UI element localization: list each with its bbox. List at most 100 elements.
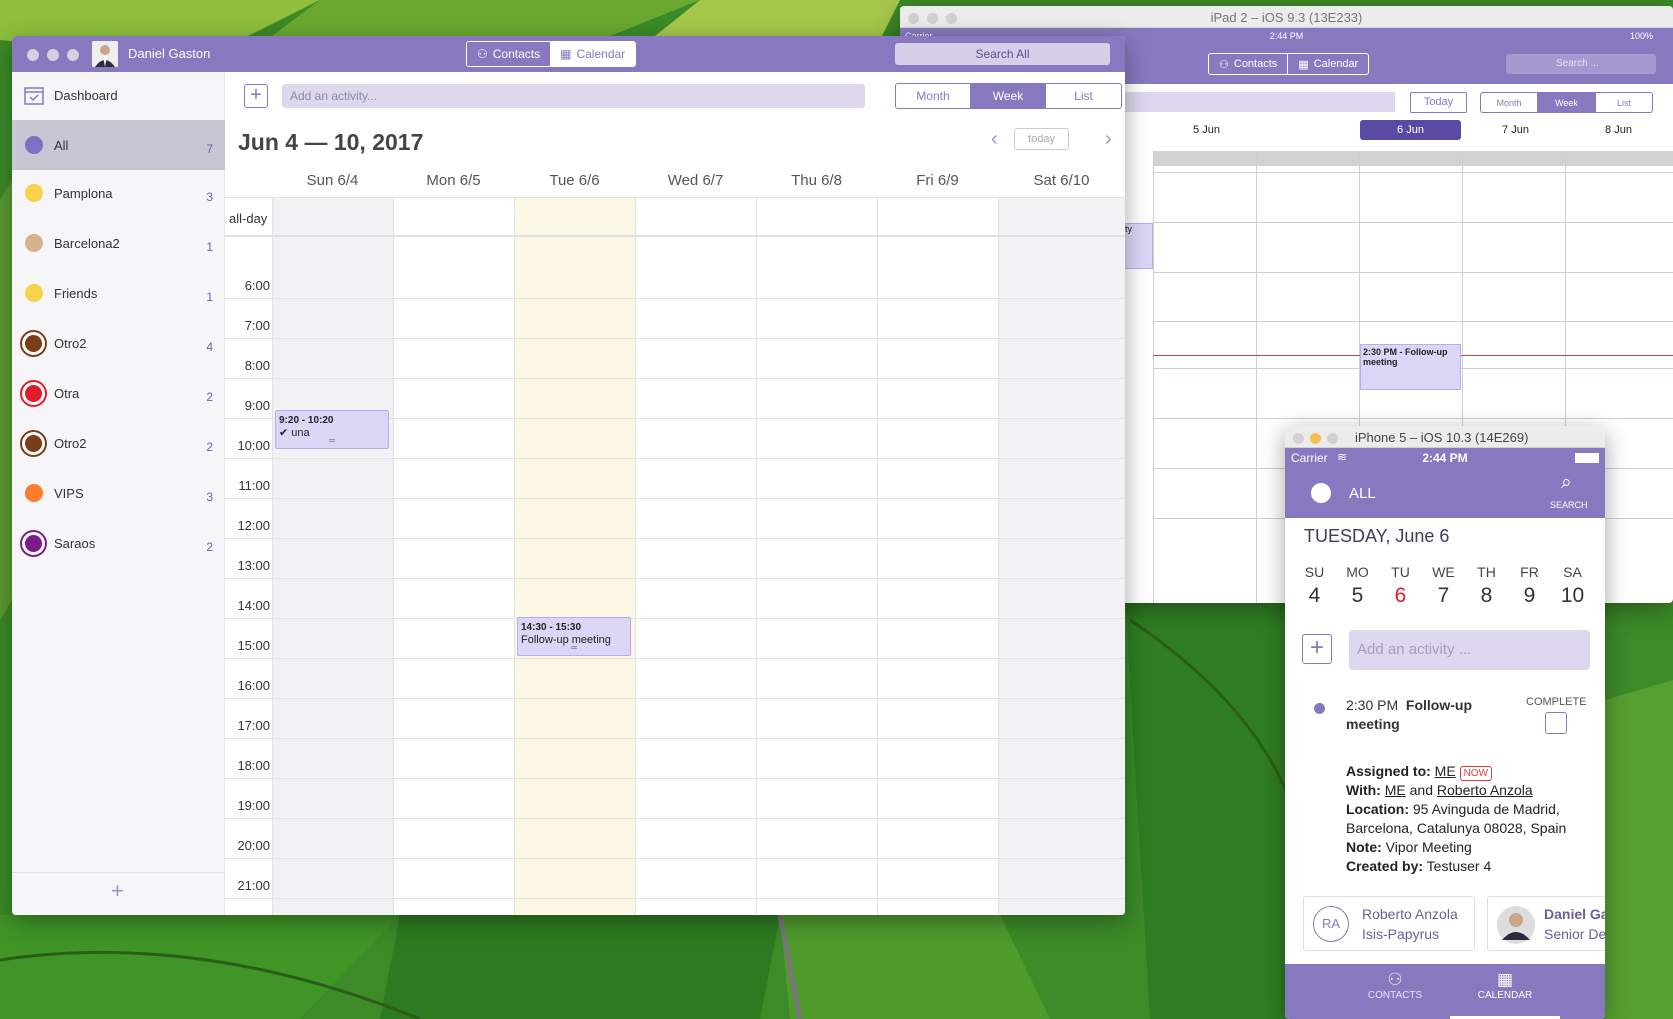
contact-card[interactable]: Daniel Ga Senior De [1487,896,1605,951]
zoom-dot[interactable] [67,49,79,61]
person-icon: ⚇ [1219,58,1229,71]
sidebar-item-barcelona2[interactable]: Barcelona2 1 [12,218,225,268]
iphone-title: iPhone 5 – iOS 10.3 (14E269) [1355,430,1529,445]
sidebar-item-otra[interactable]: Otra 2 [12,368,225,418]
with-me-link[interactable]: ME [1385,782,1406,798]
tab-contacts-label: CONTACTS [1367,990,1423,1001]
minimize-dot[interactable] [47,49,59,61]
add-activity-button[interactable]: + [244,84,268,108]
filter-all-label[interactable]: ALL [1349,485,1376,502]
ipad-view-list[interactable]: List [1595,93,1652,112]
user-name: Daniel Gaston [128,46,211,61]
add-activity-input[interactable]: Add an activity... [282,84,865,108]
ipad-event[interactable]: 2:30 PM - Follow-up meeting [1360,344,1461,390]
contact-name: Roberto Anzola [1362,906,1458,922]
sidebar-item-dashboard[interactable]: Dashboard [12,72,225,120]
sidebar-item-friends[interactable]: Friends 1 [12,268,225,318]
sidebar-item-all[interactable]: All 7 [12,120,225,170]
day-column-mon[interactable] [393,197,514,915]
sidebar-item-pamplona[interactable]: Pamplona 3 [12,168,225,218]
hour-label: 20:00 [237,838,270,853]
grid-line [225,235,1125,237]
tab-contacts[interactable]: ⚇ Contacts [467,42,551,66]
today-button[interactable]: today [1014,128,1069,150]
add-activity-button[interactable]: + [1302,634,1332,664]
hour-label: 10:00 [237,438,270,453]
close-dot[interactable] [1293,433,1304,444]
complete-label: COMPLETE [1526,696,1587,708]
view-list-button[interactable]: List [1046,84,1121,108]
week-day-number[interactable]: 4 [1293,584,1336,608]
hour-label: 11:00 [238,478,270,493]
sidebar-item-otro2[interactable]: Otro2 4 [12,318,225,368]
chevron-left-icon[interactable]: ‹ [991,128,998,151]
ipad-view-week[interactable]: Week [1538,93,1595,112]
complete-checkbox[interactable] [1545,712,1567,734]
ipad-tab-contacts-label: Contacts [1233,58,1278,70]
color-ring-icon [20,429,47,457]
week-day-number[interactable]: 5 [1336,584,1379,608]
add-calendar-button[interactable]: + [111,878,124,904]
allday-label: all-day [229,211,268,226]
tab-calendar[interactable]: ▦ Calendar [550,42,636,66]
all-circle-icon[interactable] [1311,483,1331,503]
week-day-number-selected[interactable]: 6 [1379,584,1422,608]
ipad-title: iPad 2 – iOS 9.3 (13E233) [1210,10,1363,25]
ipad-tab-contacts[interactable]: ⚇ Contacts [1209,54,1287,74]
hour-label: 16:00 [237,678,270,693]
grid-line [1153,151,1154,603]
sidebar-item-label: Otro2 [54,335,87,351]
day-column-wed[interactable] [635,197,756,915]
sidebar-item-count: 1 [206,240,213,254]
day-column-tue[interactable] [514,197,635,915]
ipad-day-header-selected[interactable]: 6 Jun [1360,120,1461,140]
ipad-tab-calendar[interactable]: ▦ Calendar [1287,54,1368,74]
view-week-button[interactable]: Week [971,84,1046,108]
user-photo-icon [92,41,118,67]
iphone-tab-bar: ⚇ CONTACTS ▦ CALENDAR [1285,964,1605,1019]
view-month-button[interactable]: Month [896,84,971,108]
day-header: Sat 6/10 [1033,172,1090,189]
week-day-number[interactable]: 7 [1422,584,1465,608]
close-dot[interactable] [27,49,39,61]
zoom-dot[interactable] [1327,433,1338,444]
assigned-link[interactable]: ME [1435,763,1456,779]
sidebar-item-otro2-second[interactable]: Otro2 2 [12,418,225,468]
search-icon[interactable]: ⌕ [1561,472,1572,494]
sidebar-item-label: Dashboard [54,88,118,103]
contact-card[interactable]: RA Roberto Anzola Isis-Papyrus [1303,896,1475,951]
day-column-thu[interactable] [756,197,877,915]
week-day-number[interactable]: 8 [1465,584,1508,608]
sidebar-item-count: 2 [206,440,213,454]
tab-contacts[interactable]: ⚇ CONTACTS [1340,964,1450,1019]
created-label: Created by: [1346,858,1424,874]
avatar[interactable] [92,41,118,67]
day-column-fri[interactable] [877,197,998,915]
with-contact-link[interactable]: Roberto Anzola [1437,782,1533,798]
tab-calendar[interactable]: ▦ CALENDAR [1450,964,1560,1019]
color-dot-icon [25,284,43,302]
sidebar-item-vips[interactable]: VIPS 3 [12,468,225,518]
add-activity-input[interactable]: Add an activity ... [1349,630,1590,670]
grid-line [225,298,1125,299]
minimize-dot[interactable] [1310,433,1321,444]
day-column-sat[interactable] [998,197,1125,915]
calendar-event[interactable]: 9:20 - 10:20 ✔ una ═ [275,410,389,449]
ipad-event-partial[interactable]: ty [1124,223,1153,269]
day-column-sun[interactable] [272,197,393,915]
week-day-number[interactable]: 9 [1508,584,1551,608]
search-label[interactable]: SEARCH [1550,500,1588,510]
chevron-right-icon[interactable]: › [1105,128,1112,151]
ipad-view-month[interactable]: Month [1481,93,1538,112]
ipad-search-input[interactable]: Search ... [1506,54,1656,74]
resize-handle-icon[interactable]: ═ [518,641,630,654]
week-day-number[interactable]: 10 [1551,584,1594,608]
sidebar-item-saraos[interactable]: Saraos 2 [12,518,225,568]
grid-line [1153,272,1673,273]
search-all-input[interactable]: Search All [895,43,1110,65]
day-header: Sun 6/4 [306,172,359,189]
resize-handle-icon[interactable]: ═ [276,434,388,447]
ipad-today-button[interactable]: Today [1410,92,1467,113]
day-header: Thu 6/8 [791,172,842,189]
calendar-event[interactable]: 14:30 - 15:30 Follow-up meeting ═ [517,617,631,656]
